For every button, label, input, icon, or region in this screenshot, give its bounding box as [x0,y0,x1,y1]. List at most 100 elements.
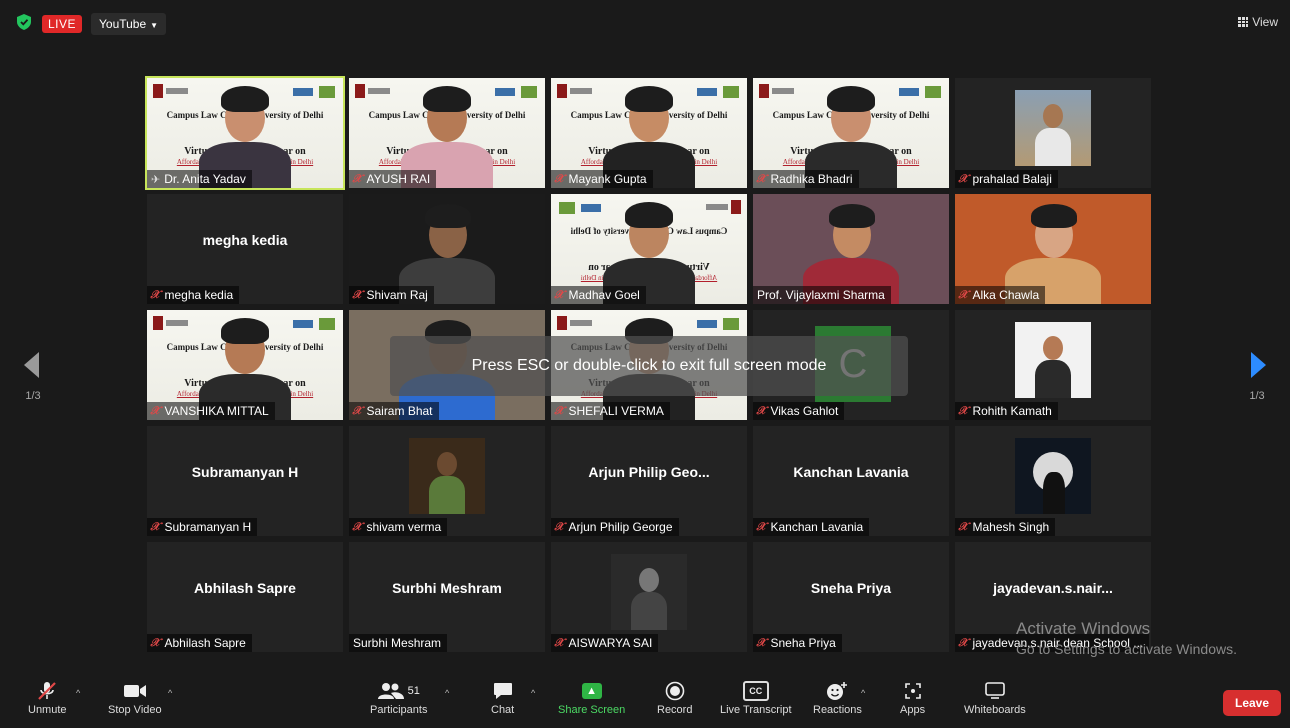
participant-tile[interactable]: Campus Law Centre, University of DelhiVi… [147,310,343,420]
participant-name: Abhilash Sapre [164,636,246,650]
shield-icon [17,14,31,30]
muted-mic-icon: 𝒳 [755,172,768,185]
participants-options-chevron-icon[interactable]: ^ [445,688,449,698]
participant-tile[interactable]: 𝒳 Mahesh Singh [955,426,1151,536]
video-options-chevron-icon[interactable]: ^ [168,688,172,698]
chat-label: Chat [491,704,515,716]
participant-tile[interactable]: Campus Law Centre, University of DelhiVi… [349,78,545,188]
participant-tile[interactable]: Abhilash Sapre 𝒳 Abhilash Sapre [147,542,343,652]
audio-options-chevron-icon[interactable]: ^ [76,688,80,698]
participant-tile[interactable]: megha kedia 𝒳megha kedia [147,194,343,304]
activation-watermark-title: Activate Windows [1016,619,1151,638]
participants-icon: 51 [377,678,420,704]
muted-mic-icon: 𝒳 [149,520,162,533]
stream-target-dropdown[interactable]: YouTube ▼ [91,13,167,35]
muted-mic-icon: 𝒳 [553,288,566,301]
reactions-options-chevron-icon[interactable]: ^ [861,688,865,698]
profile-picture [1015,438,1091,514]
participant-name: Sairam Bhat [366,404,433,418]
chat-button[interactable]: Chat [491,678,514,716]
participant-name: Madhav Goel [568,288,640,302]
participant-name-label: 𝒳 AISWARYA SAI [551,634,659,652]
muted-mic-icon: 𝒳 [957,172,970,185]
participant-name-label: 𝒳 Subramanyan H [147,518,258,536]
share-screen-icon-wrap: ▲ [581,678,602,704]
live-badge[interactable]: LIVE [42,15,83,33]
profile-picture [611,554,687,630]
participant-tile[interactable]: Campus Law Centre, University of DelhiVi… [145,76,345,190]
reactions-button[interactable]: Reactions [813,678,862,716]
participant-tile[interactable]: Surbhi Meshram Surbhi Meshram [349,542,545,652]
chevron-down-icon: ▼ [150,21,159,30]
closed-caption-icon-wrap: CC [742,678,769,704]
apps-icon [904,678,922,704]
participant-name: Mahesh Singh [972,520,1050,534]
closed-caption-icon: CC [742,681,769,701]
participant-tile[interactable]: 𝒳shivam verma [349,426,545,536]
participant-name-label: 𝒳 VANSHIKA MITTAL [147,402,275,420]
participant-tile[interactable]: Campus Law Centre, University of DelhiVi… [551,78,747,188]
muted-mic-icon: 𝒳 [755,520,768,533]
page-indicator-right: 1/3 [1249,390,1265,402]
participant-name-label: 𝒳 Abhilash Sapre [147,634,252,652]
share-screen-button[interactable]: ▲ Share Screen [558,678,625,716]
participant-tile[interactable]: 𝒳 Rohith Kamath [955,310,1151,420]
smiley-icon [826,678,848,704]
participant-tile[interactable]: Subramanyan H 𝒳 Subramanyan H [147,426,343,536]
participant-name-label: 𝒳 Radhika Bhadri [753,170,859,188]
participant-name: Shivam Raj [366,288,428,302]
whiteboards-button[interactable]: Whiteboards [964,678,1026,716]
leave-button[interactable]: Leave [1223,690,1281,716]
participant-name-label: 𝒳 Vikas Gahlot [753,402,845,420]
participants-label: Participants [370,704,428,716]
participant-name-label: Prof. Vijaylaxmi Sharma [753,286,891,304]
previous-page-icon[interactable] [24,352,39,378]
participant-name: Radhika Bhadri [770,172,853,186]
top-bar: LIVE YouTube ▼ View [0,0,1290,48]
video-camera-icon [123,678,147,704]
view-button[interactable]: View [1238,15,1278,29]
record-icon [665,678,685,704]
participant-name: megha kedia [164,288,234,302]
participant-tile[interactable]: 𝒳 AISWARYA SAI [551,542,747,652]
apps-label: Apps [900,704,926,716]
participant-name: AYUSH RAI [366,172,431,186]
participant-name-label: 𝒳 Shivam Raj [349,286,434,304]
record-label: Record [657,704,693,716]
participant-display-name: Arjun Philip Geo... [588,464,710,480]
profile-picture [409,438,485,514]
participant-tile[interactable]: Campus Law Centre, University of DelhiVi… [551,194,747,304]
participant-name: Kanchan Lavania [770,520,864,534]
apps-button[interactable]: Apps [900,678,925,716]
muted-mic-icon: 𝒳 [149,404,162,417]
participant-tile[interactable]: Sneha Priya 𝒳 Sneha Priya [753,542,949,652]
unmute-button[interactable]: Unmute [28,678,67,716]
stop-video-label: Stop Video [108,704,162,716]
muted-mic-icon: 𝒳 [957,520,970,533]
participant-name-label: 𝒳shivam verma [349,518,448,536]
record-button[interactable]: Record [657,678,692,716]
participant-name: prahalad Balaji [972,172,1052,186]
participant-display-name: Abhilash Sapre [194,580,296,596]
profile-picture [1015,90,1091,166]
participant-name-label: 𝒳 Sneha Priya [753,634,842,652]
participant-tile[interactable]: 𝒳 Shivam Raj [349,194,545,304]
participant-tile[interactable]: Kanchan Lavania 𝒳 Kanchan Lavania [753,426,949,536]
muted-mic-icon: 𝒳 [149,288,162,301]
participant-tile[interactable]: 𝒳 Alka Chawla [955,194,1151,304]
participant-tile[interactable]: Arjun Philip Geo... 𝒳 Arjun Philip George [551,426,747,536]
next-page-icon[interactable] [1251,352,1266,378]
participant-name: Dr. Anita Yadav [164,172,246,186]
participant-name: shivam verma [366,520,442,534]
participant-tile[interactable]: Prof. Vijaylaxmi Sharma [753,194,949,304]
chat-options-chevron-icon[interactable]: ^ [531,688,535,698]
reactions-label: Reactions [813,704,862,716]
participant-tile[interactable]: 𝒳prahalad Balaji [955,78,1151,188]
participant-tile[interactable]: Campus Law Centre, University of DelhiVi… [753,78,949,188]
participants-count: 51 [407,685,420,697]
muted-mic-icon: 𝒳 [351,520,364,533]
participants-button[interactable]: 51 Participants [370,678,427,716]
participant-display-name: Subramanyan H [191,464,299,480]
stop-video-button[interactable]: Stop Video [108,678,162,716]
live-transcript-button[interactable]: CC Live Transcript [720,678,792,716]
